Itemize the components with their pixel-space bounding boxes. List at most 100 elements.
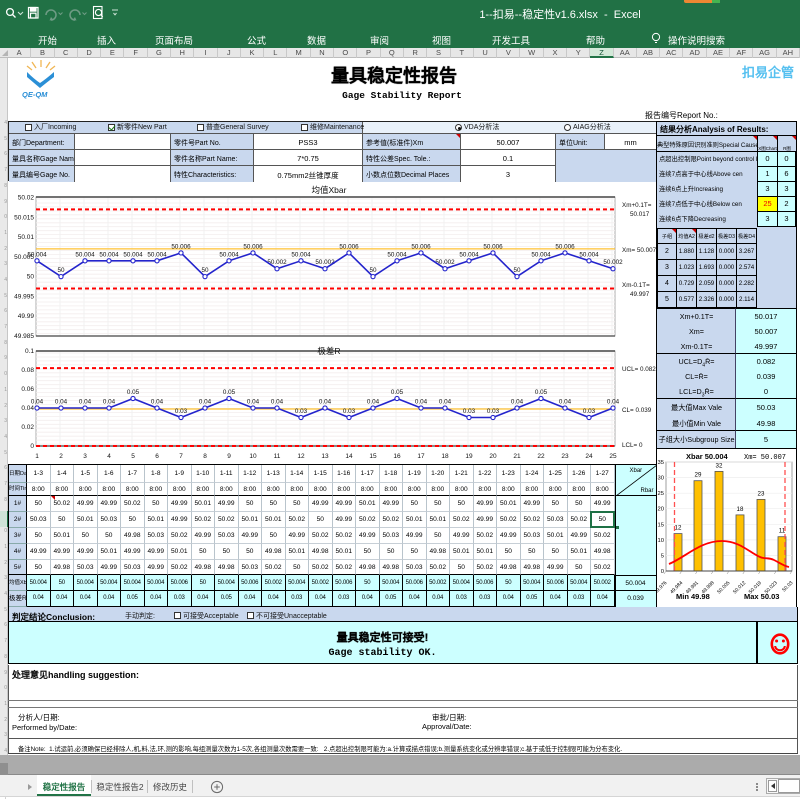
- svg-text:0.04: 0.04: [367, 399, 380, 406]
- svg-text:Min 49.98: Min 49.98: [676, 592, 710, 601]
- svg-text:15: 15: [369, 453, 377, 460]
- svg-text:16: 16: [393, 453, 401, 460]
- svg-text:50.004: 50.004: [387, 251, 407, 258]
- svg-text:50.004: 50.004: [147, 251, 167, 258]
- svg-text:3: 3: [83, 453, 87, 460]
- svg-text:0.04: 0.04: [79, 399, 92, 406]
- svg-text:20: 20: [489, 453, 497, 460]
- svg-text:19: 19: [465, 453, 473, 460]
- svg-text:4: 4: [107, 453, 111, 460]
- svg-text:0.04: 0.04: [415, 399, 428, 406]
- svg-text:0.04: 0.04: [511, 399, 524, 406]
- svg-text:0.05: 0.05: [391, 389, 404, 396]
- svg-text:0.05: 0.05: [535, 389, 548, 396]
- svg-text:0.04: 0.04: [55, 399, 68, 406]
- svg-text:12: 12: [297, 453, 305, 460]
- svg-text:50.004: 50.004: [99, 251, 119, 258]
- svg-text:0: 0: [661, 569, 664, 575]
- svg-text:7: 7: [179, 453, 183, 460]
- svg-text:50.004: 50.004: [291, 251, 311, 258]
- svg-text:50: 50: [513, 267, 521, 274]
- svg-text:5: 5: [131, 453, 135, 460]
- svg-text:23: 23: [561, 453, 569, 460]
- svg-text:49.976: 49.976: [656, 580, 669, 595]
- svg-text:QE-QM: QE-QM: [22, 90, 48, 99]
- svg-text:均值Xbar: 均值Xbar: [312, 185, 347, 195]
- svg-text:50.004: 50.004: [27, 251, 47, 258]
- svg-text:0: 0: [30, 443, 34, 450]
- svg-text:0.04: 0.04: [607, 399, 620, 406]
- svg-text:49.995: 49.995: [14, 293, 34, 300]
- svg-text:15: 15: [658, 522, 664, 528]
- svg-text:0.04: 0.04: [559, 399, 572, 406]
- svg-text:17: 17: [417, 453, 425, 460]
- svg-text:24: 24: [585, 453, 593, 460]
- svg-text:6: 6: [155, 453, 159, 460]
- svg-text:50.004: 50.004: [219, 251, 239, 258]
- svg-text:32: 32: [716, 462, 723, 469]
- svg-text:0.04: 0.04: [247, 399, 260, 406]
- svg-text:10: 10: [658, 538, 664, 544]
- svg-text:22: 22: [537, 453, 545, 460]
- svg-text:5: 5: [661, 553, 664, 559]
- svg-text:0.02: 0.02: [21, 424, 34, 431]
- svg-text:Xm+0.1T=: Xm+0.1T=: [622, 202, 652, 209]
- svg-text:20: 20: [658, 507, 664, 513]
- svg-text:10: 10: [249, 453, 257, 460]
- svg-text:0.08: 0.08: [21, 367, 34, 374]
- svg-text:Xm-0.1T=: Xm-0.1T=: [622, 282, 650, 289]
- svg-text:49.99: 49.99: [18, 313, 35, 320]
- svg-text:50.004: 50.004: [531, 251, 551, 258]
- svg-text:50.006: 50.006: [243, 243, 263, 250]
- svg-text:0.04: 0.04: [439, 399, 452, 406]
- svg-text:0.1: 0.1: [25, 348, 34, 355]
- svg-text:0.03: 0.03: [583, 408, 596, 415]
- svg-text:0.04: 0.04: [21, 405, 34, 412]
- svg-text:0.05: 0.05: [127, 389, 140, 396]
- svg-text:0.03: 0.03: [463, 408, 476, 415]
- svg-text:50: 50: [369, 267, 377, 274]
- svg-text:11: 11: [274, 453, 281, 460]
- svg-text:Xbar 50.004: Xbar 50.004: [686, 452, 729, 461]
- svg-text:LCL= 0: LCL= 0: [622, 442, 643, 449]
- svg-text:25: 25: [658, 491, 664, 497]
- svg-text:50: 50: [201, 267, 209, 274]
- svg-text:23: 23: [758, 490, 765, 497]
- svg-text:18: 18: [441, 453, 449, 460]
- svg-text:0.04: 0.04: [103, 399, 116, 406]
- svg-text:0.04: 0.04: [319, 399, 332, 406]
- svg-text:50.004: 50.004: [459, 251, 479, 258]
- svg-text:49.997: 49.997: [630, 291, 650, 298]
- svg-text:25: 25: [609, 453, 617, 460]
- svg-text:14: 14: [345, 453, 353, 460]
- svg-text:50.015: 50.015: [14, 214, 34, 221]
- svg-text:0.04: 0.04: [31, 399, 44, 406]
- svg-text:极差R: 极差R: [317, 346, 340, 356]
- svg-text:0.04: 0.04: [151, 399, 164, 406]
- svg-text:9: 9: [227, 453, 231, 460]
- svg-text:0.05: 0.05: [223, 389, 236, 396]
- svg-text:50.006: 50.006: [483, 243, 503, 250]
- svg-text:1: 1: [35, 453, 39, 460]
- svg-text:0.06: 0.06: [21, 386, 34, 393]
- svg-text:18: 18: [737, 506, 744, 513]
- svg-text:50.005: 50.005: [716, 580, 731, 595]
- svg-text:50: 50: [27, 274, 35, 281]
- svg-text:CL= 0.039: CL= 0.039: [622, 407, 652, 414]
- svg-text:50.004: 50.004: [75, 251, 95, 258]
- svg-text:50.004: 50.004: [123, 251, 143, 258]
- svg-text:Xm= 50.007: Xm= 50.007: [744, 454, 786, 462]
- svg-text:8: 8: [203, 453, 207, 460]
- svg-text:0.04: 0.04: [271, 399, 284, 406]
- svg-text:0.03: 0.03: [487, 408, 500, 415]
- svg-text:50.006: 50.006: [339, 243, 359, 250]
- svg-text:21: 21: [513, 453, 521, 460]
- svg-text:49.985: 49.985: [14, 333, 34, 340]
- svg-text:12: 12: [675, 525, 682, 532]
- svg-text:50.006: 50.006: [555, 243, 575, 250]
- svg-text:50.03: 50.03: [781, 580, 794, 593]
- svg-text:0.03: 0.03: [343, 408, 356, 415]
- svg-text:50.004: 50.004: [579, 251, 599, 258]
- svg-text:50.002: 50.002: [315, 259, 335, 266]
- svg-text:50.017: 50.017: [630, 211, 650, 218]
